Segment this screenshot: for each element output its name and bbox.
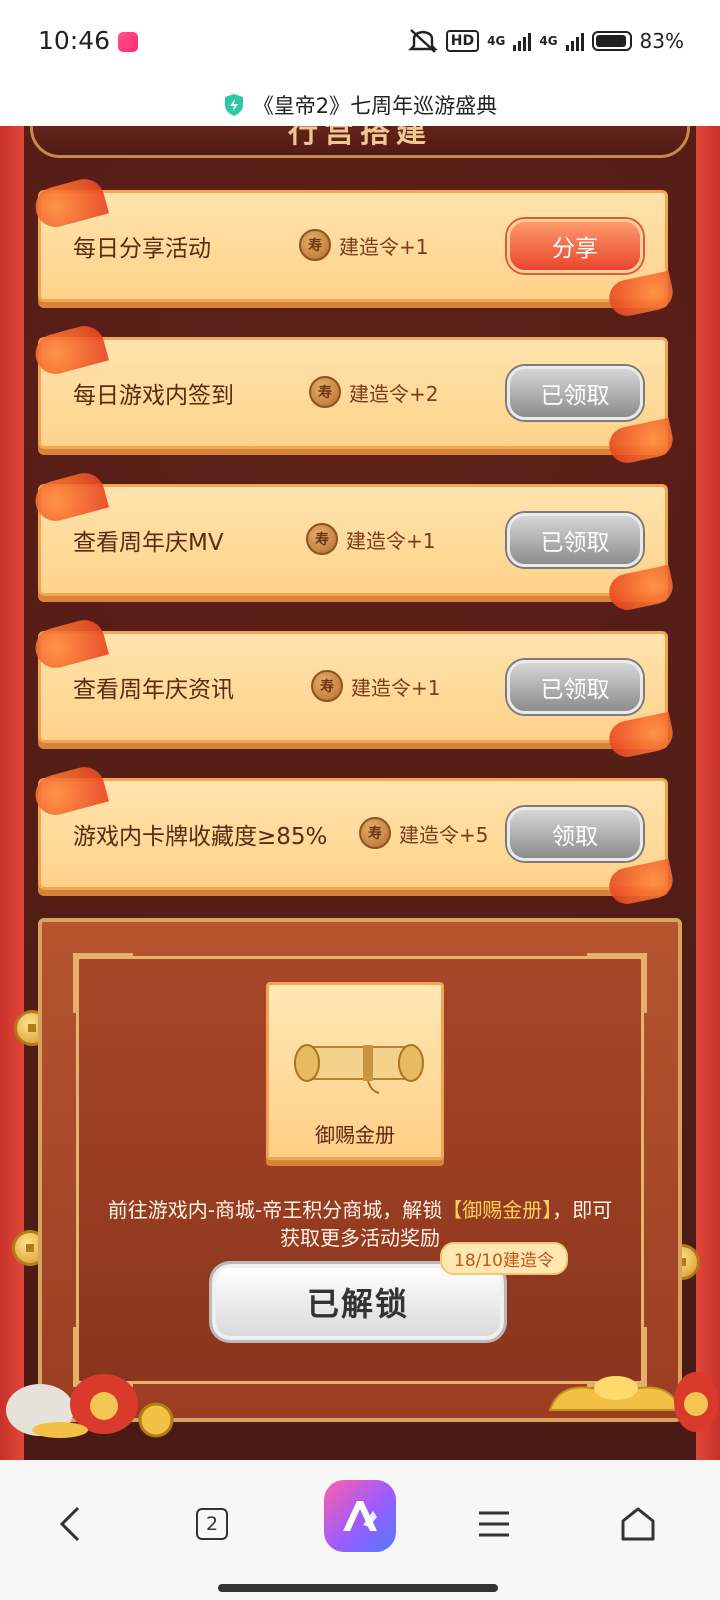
- reward-text: 建造令+1: [346, 528, 436, 553]
- back-button[interactable]: [40, 1494, 100, 1554]
- section-header: 行宫搭建: [288, 126, 432, 150]
- app-notification-icon: [118, 32, 138, 52]
- menu-icon: [479, 1511, 509, 1537]
- gold-ingot-decoration-icon: [548, 1372, 718, 1432]
- unlocked-button[interactable]: 已解锁: [212, 1264, 504, 1340]
- unlock-desc-suffix: ，即可: [552, 1198, 613, 1222]
- menu-button[interactable]: [464, 1494, 524, 1554]
- ai-logo-icon: [343, 1501, 377, 1531]
- unlock-panel: 御赐金册 前往游戏内-商城-帝王积分商城，解锁【御赐金册】，即可 获取更多活动奖…: [38, 918, 682, 1422]
- signal-icon: [513, 31, 532, 51]
- task-reward: 寿 建造令+1: [299, 229, 428, 261]
- task-reward: 寿 建造令+1: [306, 523, 435, 555]
- task-name: 查看周年庆资讯: [73, 677, 234, 703]
- reward-text: 建造令+1: [339, 234, 429, 259]
- mute-icon: [407, 29, 438, 53]
- ai-assistant-button[interactable]: [324, 1480, 396, 1552]
- status-icons: HD 4G 4G 83%: [407, 28, 684, 54]
- task-card-news: 查看周年庆资讯 寿 建造令+1 已领取: [38, 631, 668, 743]
- task-reward: 寿 建造令+5: [359, 817, 488, 849]
- task-name: 游戏内卡牌收藏度≥85%: [73, 824, 328, 850]
- browser-nav-bar: 2: [0, 1460, 720, 1600]
- build-token-icon: 寿: [309, 376, 341, 408]
- signal-icon-2: [565, 31, 584, 51]
- share-button[interactable]: 分享: [507, 219, 643, 273]
- reward-text: 建造令+5: [399, 822, 489, 847]
- task-card-share: 每日分享活动 寿 建造令+1 分享: [38, 190, 668, 302]
- status-bar: 10:46 HD 4G 4G 83%: [0, 0, 720, 84]
- build-token-icon: 寿: [311, 670, 343, 702]
- build-token-icon: 寿: [359, 817, 391, 849]
- unlock-desc-text: 前往游戏内-商城-帝王积分商城，解锁: [107, 1198, 443, 1222]
- reward-item-card: 御赐金册: [266, 982, 444, 1160]
- lucky-bag-decoration-icon: [6, 1374, 174, 1438]
- section-header-banner: 行宫搭建: [30, 126, 690, 158]
- reward-text: 建造令+2: [349, 381, 439, 406]
- progress-badge: 18/10建造令: [440, 1242, 568, 1275]
- unlock-description: 前往游戏内-商城-帝王积分商城，解锁【御赐金册】，即可 获取更多活动奖励: [62, 1196, 658, 1252]
- task-reward: 寿 建造令+1: [311, 670, 440, 702]
- claimed-button[interactable]: 已领取: [507, 660, 643, 714]
- event-page[interactable]: 行宫搭建 每日分享活动 寿 建造令+1 分享 每日游戏内签到 寿 建造令+2 已…: [0, 126, 720, 1460]
- page-title: 《皇帝2》七周年巡游盛典: [252, 94, 498, 118]
- task-reward: 寿 建造令+2: [309, 376, 438, 408]
- status-time: 10:46: [38, 26, 111, 55]
- battery-percent: 83%: [639, 29, 684, 53]
- unlock-desc-line2: 获取更多活动奖励: [280, 1226, 440, 1250]
- network-label-2: 4G: [539, 34, 558, 48]
- tabs-button[interactable]: 2: [182, 1494, 242, 1554]
- hd-badge: HD: [445, 30, 480, 52]
- reward-text: 建造令+1: [351, 675, 441, 700]
- network-label-1: 4G: [487, 34, 506, 48]
- shield-icon: [224, 94, 243, 116]
- corner-ornament: [73, 953, 133, 1013]
- task-card-mv: 查看周年庆MV 寿 建造令+1 已领取: [38, 484, 668, 596]
- claimed-button[interactable]: 已领取: [507, 366, 643, 420]
- claim-button[interactable]: 领取: [507, 807, 643, 861]
- task-name: 每日游戏内签到: [73, 383, 234, 409]
- golden-scroll-icon: [294, 1044, 424, 1094]
- corner-ornament: [587, 953, 647, 1013]
- reward-item-name: 御赐金册: [315, 1123, 395, 1147]
- battery-icon: [591, 31, 632, 51]
- chevron-left-icon: [59, 1506, 80, 1542]
- build-token-icon: 寿: [306, 523, 338, 555]
- task-name: 每日分享活动: [73, 236, 211, 262]
- page-title-bar: 《皇帝2》七周年巡游盛典: [0, 84, 720, 126]
- home-button[interactable]: [608, 1494, 668, 1554]
- unlock-desc-highlight: 【御赐金册】: [442, 1198, 553, 1222]
- claimed-button[interactable]: 已领取: [507, 513, 643, 567]
- task-card-collection: 游戏内卡牌收藏度≥85% 寿 建造令+5 领取: [38, 778, 668, 890]
- tab-count-icon: 2: [196, 1508, 228, 1540]
- build-token-icon: 寿: [299, 229, 331, 261]
- gesture-bar[interactable]: [218, 1584, 498, 1592]
- task-name: 查看周年庆MV: [73, 530, 224, 556]
- home-icon: [621, 1507, 655, 1541]
- task-card-checkin: 每日游戏内签到 寿 建造令+2 已领取: [38, 337, 668, 449]
